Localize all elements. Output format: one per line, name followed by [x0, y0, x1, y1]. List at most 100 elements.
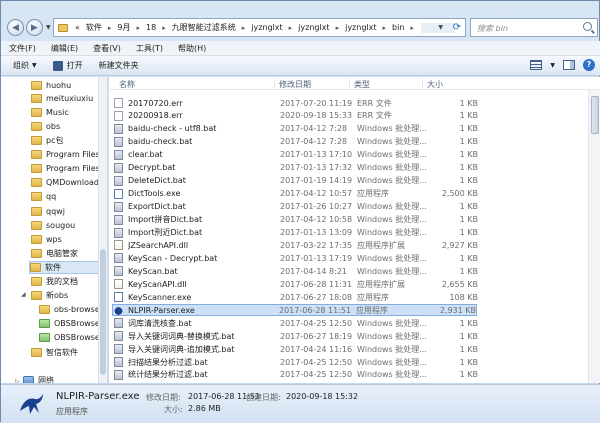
file-row[interactable]: 统计结果分析过滤.bat 2017-04-25 12:50 Windows 批处理.…	[114, 369, 478, 381]
new-folder-button[interactable]: 新建文件夹	[99, 60, 139, 71]
breadcrumb-chevron-icon[interactable]: ▸	[105, 24, 115, 32]
breadcrumb[interactable]: jyznglxt	[342, 23, 379, 32]
search-input[interactable]: 搜索 bin	[470, 18, 598, 37]
file-row[interactable]: 导入关键词词典-追加模式.bat 2017-04-24 11:16 Windows …	[114, 343, 478, 355]
organize-button[interactable]: 组织 ▼	[13, 60, 37, 71]
file-row[interactable]: baidu-check - utf8.bat 2017-04-12 7:28 Win…	[114, 123, 478, 135]
nav-item[interactable]: 电脑管家	[31, 247, 78, 260]
nav-item[interactable]: OBSBrowser	[39, 317, 103, 330]
file-row[interactable]: Decrypt.bat 2017-01-13 17:32 Windows 批处理..…	[114, 162, 478, 174]
file-size: 1 KB	[459, 124, 478, 134]
file-list[interactable]: 名称 修改日期 类型 大小 20170720.err 2017-07-20 11:…	[109, 77, 600, 383]
file-row[interactable]: Import拼音Dict.bat 2017-04-12 10:58 Windows …	[114, 214, 478, 226]
address-bar[interactable]: « 软件 ▸ 9月 ▸ 18 ▸ 九眼智能过滤系统 ▸ jyznglxt ▸ jyzngl…	[53, 18, 466, 37]
column-divider[interactable]	[274, 79, 275, 88]
breadcrumb[interactable]: 9月	[114, 22, 133, 33]
breadcrumb[interactable]: jyznglxt	[295, 23, 332, 32]
search-icon[interactable]	[583, 22, 592, 31]
file-row[interactable]: 扫描结果分析过滤.bat 2017-04-25 12:50 Windows 批处理.…	[114, 356, 478, 368]
navigation-pane[interactable]: huohu meituxiuxiu Music obs pc包 Program …	[1, 77, 108, 383]
file-size: 1 KB	[459, 266, 478, 276]
nav-item[interactable]: 我的文档	[31, 275, 78, 288]
nav-item[interactable]: huohu	[31, 79, 71, 92]
nav-item[interactable]: QMDownload	[31, 176, 99, 189]
breadcrumb-chevron-icon[interactable]: ▸	[407, 24, 417, 32]
file-row[interactable]: 20200918.err 2020-09-18 15:33 ERR 文件 1 KB	[114, 110, 478, 122]
column-header-type[interactable]: 类型	[354, 79, 370, 90]
file-row[interactable]: KeyScanAPI.dll 2017-06-28 11:31 应用程序扩展 2,65…	[114, 278, 478, 290]
nav-item[interactable]: meituxiuxiu	[31, 92, 93, 105]
nav-item[interactable]: qqwj	[31, 205, 65, 218]
file-row[interactable]: baidu-check.bat 2017-04-12 7:28 Windows 批处…	[114, 136, 478, 148]
menu-edit[interactable]: 编辑(E)	[51, 43, 78, 54]
menu-view[interactable]: 查看(V)	[93, 43, 121, 54]
breadcrumb-chevron-icon[interactable]: ▸	[239, 24, 249, 32]
column-divider[interactable]	[422, 79, 423, 88]
refresh-icon[interactable]: ⟳	[453, 22, 461, 33]
file-row[interactable]: clear.bat 2017-01-13 17:10 Windows 批处理... 1…	[114, 149, 478, 161]
nav-item[interactable]: Program Files	[31, 162, 100, 175]
file-row[interactable]: JZSearchAPI.dll 2017-03-22 17:35 应用程序扩展 2,9…	[114, 239, 478, 251]
nav-item-label: 我的文档	[46, 277, 78, 286]
nav-item[interactable]: pc包	[31, 134, 63, 147]
file-row[interactable]: DictTools.exe 2017-04-12 10:57 应用程序 2,500 K…	[114, 188, 478, 200]
breadcrumb[interactable]: jyznglxt	[248, 23, 285, 32]
column-header-date[interactable]: 修改日期	[279, 79, 311, 90]
column-divider[interactable]	[349, 79, 350, 88]
file-row[interactable]: KeyScanner.exe 2017-06-27 18:08 应用程序 108 KB	[114, 291, 478, 303]
breadcrumb-chevron-icon[interactable]: ▸	[333, 24, 343, 32]
nav-scroll-thumb[interactable]	[100, 249, 106, 375]
nav-item[interactable]: Program Files	[31, 148, 100, 161]
breadcrumb[interactable]: 18	[143, 23, 159, 32]
nav-item[interactable]: qq	[31, 190, 56, 203]
details-modified-label: 修改日期:	[146, 393, 181, 402]
file-row[interactable]: 20170720.err 2017-07-20 11:19 ERR 文件 1 KB	[114, 97, 478, 109]
nav-item-selected[interactable]: 软件	[29, 261, 99, 274]
file-row[interactable]: KeyScan - Decrypt.bat 2017-01-13 17:19 Win…	[114, 252, 478, 264]
nav-item[interactable]: sougou	[31, 219, 75, 232]
breadcrumb[interactable]: 软件	[83, 22, 105, 33]
open-button[interactable]: 打开	[52, 60, 83, 71]
column-header-name[interactable]: 名称	[119, 79, 135, 90]
preview-pane-icon[interactable]	[563, 60, 575, 70]
nav-item[interactable]: obs-browser	[39, 303, 103, 316]
nav-item[interactable]: 新obs	[31, 289, 68, 302]
change-view-icon[interactable]	[530, 60, 543, 70]
address-dropdown-icon[interactable]: ▼	[438, 24, 443, 31]
back-button[interactable]: ◀	[7, 19, 24, 36]
nav-item[interactable]: OBSBrowser	[39, 331, 103, 344]
recent-pages-dropdown[interactable]: ▼	[46, 24, 51, 31]
nav-item[interactable]: 智信软件	[31, 346, 78, 359]
nav-item[interactable]: Music	[31, 106, 69, 119]
nav-item[interactable]: obs	[31, 120, 60, 133]
menu-file[interactable]: 文件(F)	[9, 43, 36, 54]
menu-help[interactable]: 帮助(H)	[178, 43, 206, 54]
file-row[interactable]: Import刑近Dict.bat 2017-01-13 13:09 Windows …	[114, 227, 478, 239]
menu-tools[interactable]: 工具(T)	[136, 43, 163, 54]
breadcrumb-chevron-icon[interactable]: ▸	[380, 24, 390, 32]
expand-triangle-icon[interactable]: ▷	[15, 378, 20, 383]
file-row[interactable]: DeleteDict.bat 2017-01-19 14:19 Windows 批处…	[114, 175, 478, 187]
file-row[interactable]: 词库清洗核查.bat 2017-04-25 12:50 Windows 批处理...…	[114, 317, 478, 329]
file-row[interactable]: KeyScan.bat 2017-04-14 8:21 Windows 批处理...…	[114, 265, 478, 277]
file-date: 2017-01-13 17:32	[280, 163, 353, 173]
column-header-size[interactable]: 大小	[427, 79, 443, 90]
breadcrumb[interactable]: bin	[389, 23, 407, 32]
breadcrumb-overflow[interactable]: «	[72, 23, 83, 32]
breadcrumb-chevron-icon[interactable]: ▸	[286, 24, 296, 32]
file-row[interactable]: ExportDict.bat 2017-01-26 10:27 Windows 批处…	[114, 201, 478, 213]
breadcrumb-chevron-icon[interactable]: ▸	[134, 24, 144, 32]
file-row[interactable]: 导入关键词词典-替换模式.bat 2017-06-27 18:19 Windows …	[114, 330, 478, 342]
breadcrumb-chevron-icon[interactable]: ▸	[159, 24, 169, 32]
expand-triangle-icon[interactable]: ◢	[21, 291, 26, 298]
file-list-scrollbar[interactable]	[588, 90, 600, 383]
file-list-scroll-thumb[interactable]	[591, 96, 599, 134]
breadcrumb[interactable]: 九眼智能过滤系统	[169, 22, 239, 33]
nav-item[interactable]: wps	[31, 233, 62, 246]
help-icon[interactable]: ?	[583, 59, 595, 71]
view-caret-down-icon[interactable]: ▼	[550, 62, 555, 69]
nav-scrollbar[interactable]	[98, 77, 107, 383]
nav-item-network[interactable]: 网络	[23, 374, 54, 383]
file-row-selected[interactable]: NLPIR-Parser.exe 2017-06-28 11:51 应用程序 2,93…	[112, 304, 477, 317]
forward-button[interactable]: ▶	[26, 19, 43, 36]
